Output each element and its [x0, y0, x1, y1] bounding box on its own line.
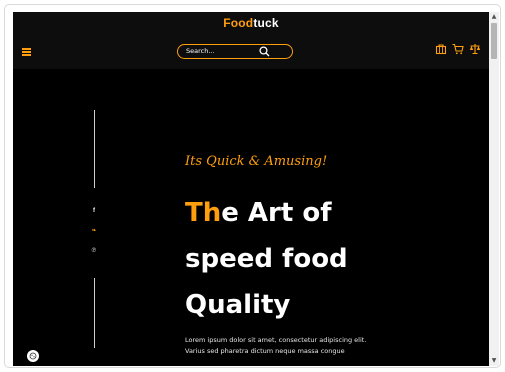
hero-title-highlight: Th — [185, 198, 222, 228]
search-input[interactable] — [186, 46, 256, 56]
social-rail-top-line — [94, 110, 95, 188]
hero-title: The Art of speed food Quality — [185, 190, 348, 328]
scale-icon[interactable] — [469, 43, 481, 55]
search-icon[interactable] — [259, 46, 270, 57]
search-bar — [177, 44, 293, 59]
hero-description-line1: Lorem ipsum dolor sit amet, consectetur … — [185, 336, 367, 344]
hero-title-line1: e Art of — [221, 198, 332, 228]
twitter-icon[interactable]: ❧ — [90, 227, 98, 234]
hamburger-icon[interactable] — [22, 48, 31, 56]
scrollbar-thumb[interactable] — [491, 23, 497, 59]
bag-icon[interactable] — [435, 43, 447, 55]
site-logo[interactable]: Foodtuck — [13, 16, 489, 30]
facebook-icon[interactable]: f — [90, 208, 98, 214]
social-rail-bottom-line — [94, 278, 95, 348]
header-actions — [435, 43, 481, 55]
hero-description-line2: Varius sed pharetra dictum neque massa c… — [185, 347, 345, 355]
vertical-scrollbar[interactable]: ▲ ▼ — [489, 12, 499, 366]
browser-frame: Foodtuck Search... f ❧ ℗ Its Quick & Amu… — [4, 4, 501, 368]
cookie-settings-button[interactable] — [27, 350, 39, 362]
cart-icon[interactable] — [452, 43, 464, 55]
logo-rest: tuck — [253, 16, 279, 30]
cookie-icon — [29, 352, 37, 360]
hero-title-line2: speed food — [185, 244, 348, 274]
pinterest-icon[interactable]: ℗ — [90, 247, 98, 254]
page-viewport: Foodtuck Search... f ❧ ℗ Its Quick & Amu… — [13, 12, 489, 366]
logo-accent: Food — [223, 16, 254, 30]
hero-title-line3: Quality — [185, 290, 291, 320]
hero-tagline: Its Quick & Amusing! — [185, 154, 328, 169]
hero-description: Lorem ipsum dolor sit amet, consectetur … — [185, 335, 405, 357]
site-header: Foodtuck — [13, 12, 489, 69]
scroll-down-arrow-icon[interactable]: ▼ — [489, 356, 499, 366]
scroll-up-arrow-icon[interactable]: ▲ — [489, 12, 499, 22]
